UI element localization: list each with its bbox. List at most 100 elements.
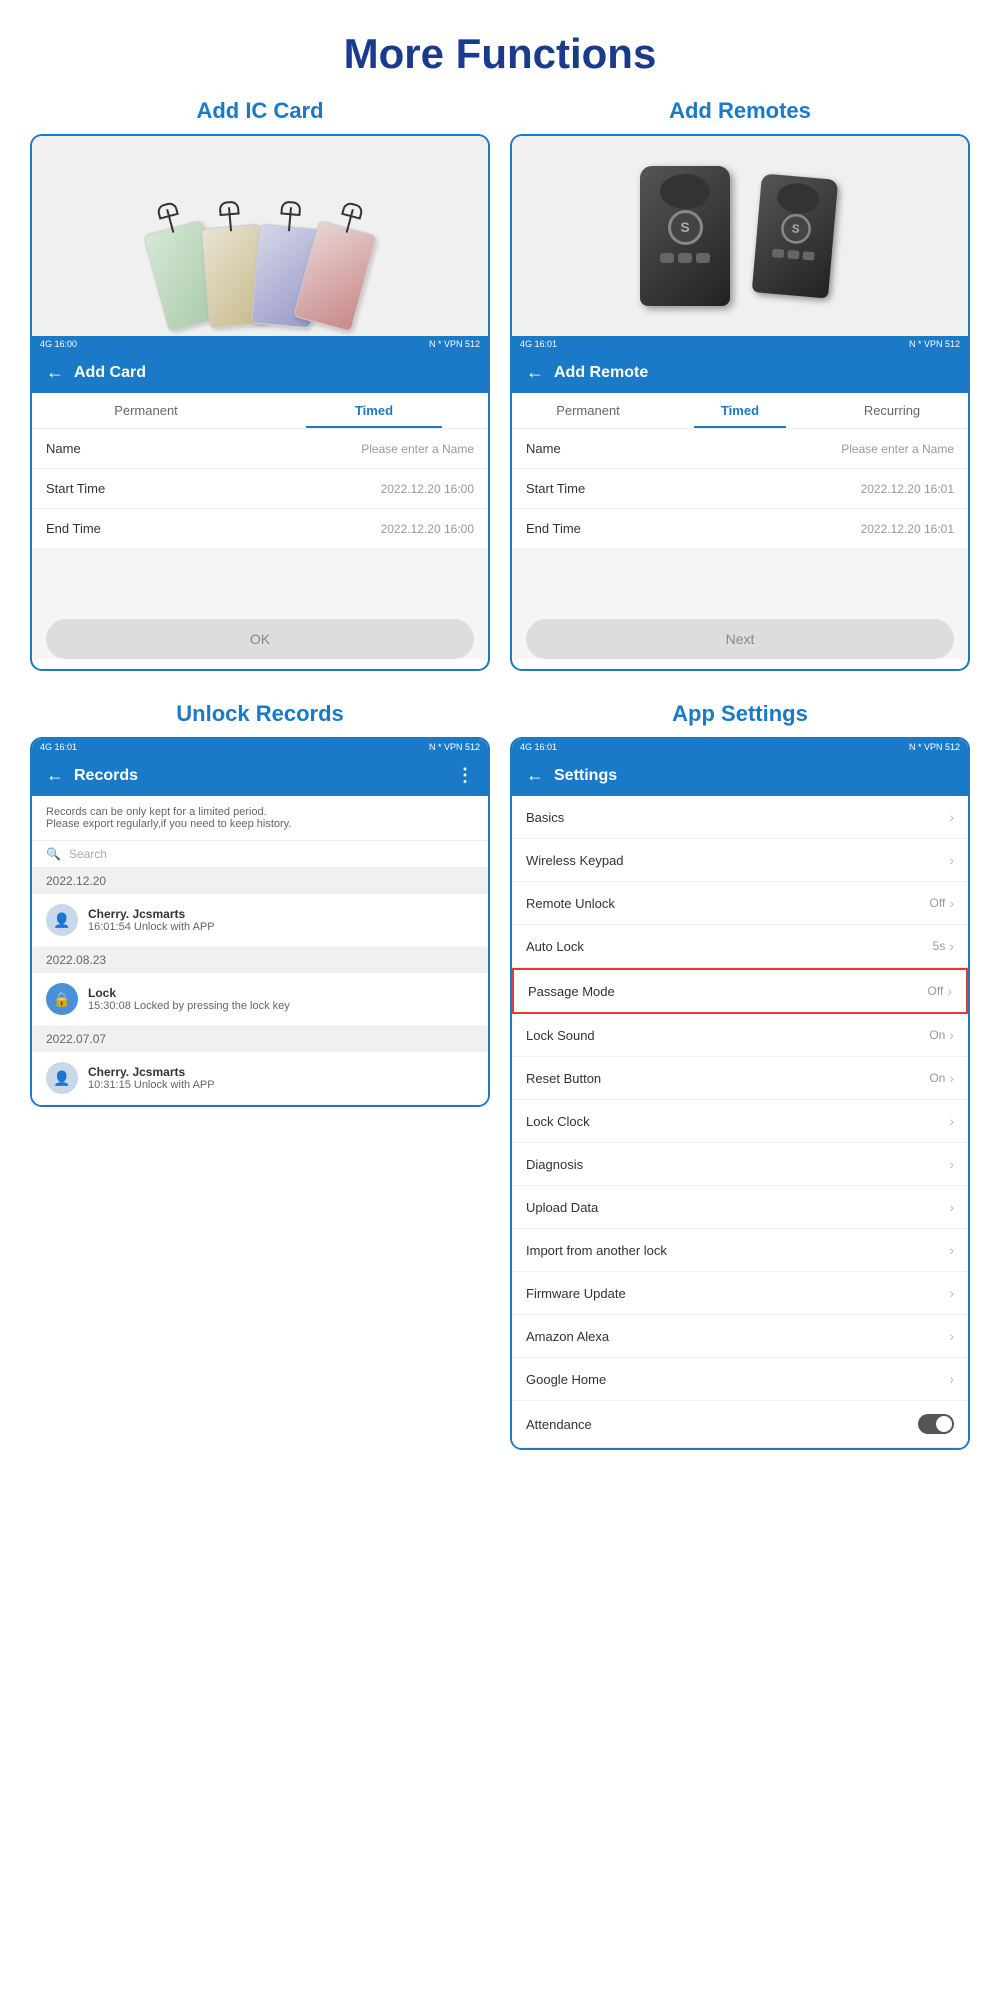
settings-basics[interactable]: Basics ›: [512, 796, 968, 839]
remote-buttons-1: [660, 253, 710, 263]
record-name-3: Cherry. Jcsmarts: [88, 1065, 215, 1079]
next-button-remote[interactable]: Next: [526, 619, 954, 659]
remote-unlock-value: Off: [930, 896, 946, 910]
status-right-remote: N * VPN 512: [909, 339, 960, 349]
form-end-time-remote: End Time 2022.12.20 16:01: [512, 509, 968, 549]
settings-amazon-alexa[interactable]: Amazon Alexa ›: [512, 1315, 968, 1358]
add-remote-screen: 4G 16:01 N * VPN 512 ← Add Remote Perman…: [512, 336, 968, 659]
add-remotes-label: Add Remotes: [669, 98, 811, 124]
remote-btn-1: [660, 253, 674, 263]
lock-sound-value: On: [929, 1028, 945, 1042]
settings-lock-sound-label: Lock Sound: [526, 1028, 595, 1043]
record-name-2: Lock: [88, 986, 290, 1000]
chevron-icon-diagnosis: ›: [949, 1156, 954, 1172]
settings-passage-mode-label: Passage Mode: [528, 984, 615, 999]
settings-import-from-lock[interactable]: Import from another lock ›: [512, 1229, 968, 1272]
settings-wireless-keypad-label: Wireless Keypad: [526, 853, 624, 868]
settings-remote-unlock[interactable]: Remote Unlock Off ›: [512, 882, 968, 925]
settings-passage-mode[interactable]: Passage Mode Off ›: [512, 968, 968, 1014]
settings-upload-data[interactable]: Upload Data ›: [512, 1186, 968, 1229]
start-time-value-ic[interactable]: 2022.12.20 16:00: [381, 482, 474, 496]
date-group-3: 2022.07.07: [32, 1026, 488, 1052]
tab-permanent-ic[interactable]: Permanent: [32, 393, 260, 428]
add-remotes-frame: S S: [510, 134, 970, 671]
ok-button-ic[interactable]: OK: [46, 619, 474, 659]
back-arrow-ic[interactable]: ←: [46, 362, 64, 383]
add-remote-tabs: Permanent Timed Recurring: [512, 393, 968, 429]
back-arrow-records[interactable]: ←: [46, 765, 64, 786]
end-time-value-remote[interactable]: 2022.12.20 16:01: [861, 522, 954, 536]
record-detail-3: 10:31:15 Unlock with APP: [88, 1079, 215, 1091]
remote-btn-5: [787, 249, 800, 259]
page-title: More Functions: [20, 20, 980, 78]
settings-firmware-update[interactable]: Firmware Update ›: [512, 1272, 968, 1315]
search-bar[interactable]: 🔍 Search: [32, 841, 488, 868]
back-arrow-settings[interactable]: ←: [526, 765, 544, 786]
chevron-icon-lock-sound: ›: [949, 1027, 954, 1043]
settings-title: Settings: [554, 767, 617, 785]
records-screen: 4G 16:01 N * VPN 512 ← Records ⋮ Records…: [32, 739, 488, 1105]
start-time-label-ic: Start Time: [46, 481, 105, 496]
settings-amazon-alexa-right: ›: [949, 1328, 954, 1344]
records-title: Records: [74, 767, 138, 785]
settings-attendance[interactable]: Attendance: [512, 1401, 968, 1448]
settings-import-from-lock-right: ›: [949, 1242, 954, 1258]
record-item-1: 👤 Cherry. Jcsmarts 16:01:54 Unlock with …: [32, 894, 488, 947]
end-time-value-ic[interactable]: 2022.12.20 16:00: [381, 522, 474, 536]
date-group-2: 2022.08.23: [32, 947, 488, 973]
settings-reset-button[interactable]: Reset Button On ›: [512, 1057, 968, 1100]
remote-key-1: S: [640, 166, 730, 306]
unlock-records-section: Unlock Records 4G 16:01 N * VPN 512 ← Re…: [30, 701, 490, 1450]
remote-key-2: S: [752, 173, 839, 298]
settings-diagnosis-label: Diagnosis: [526, 1157, 583, 1172]
settings-lock-clock-label: Lock Clock: [526, 1114, 590, 1129]
settings-reset-button-right: On ›: [929, 1070, 954, 1086]
tab-timed-ic[interactable]: Timed: [260, 393, 488, 428]
records-menu-icon[interactable]: ⋮: [456, 765, 474, 786]
settings-diagnosis[interactable]: Diagnosis ›: [512, 1143, 968, 1186]
tab-recurring-remote[interactable]: Recurring: [816, 393, 968, 428]
form-start-time-remote: Start Time 2022.12.20 16:01: [512, 469, 968, 509]
settings-attendance-right: [918, 1414, 954, 1434]
search-placeholder: Search: [69, 847, 107, 861]
name-value-ic[interactable]: Please enter a Name: [361, 442, 474, 456]
start-time-value-remote[interactable]: 2022.12.20 16:01: [861, 482, 954, 496]
status-left-ic: 4G 16:00: [40, 339, 77, 349]
top-section-row: Add IC Card 4G 16:00 N * VPN 512 ←: [20, 98, 980, 671]
form-start-time-ic: Start Time 2022.12.20 16:00: [32, 469, 488, 509]
add-remotes-section: Add Remotes S S: [510, 98, 970, 671]
start-time-label-remote: Start Time: [526, 481, 585, 496]
settings-firmware-update-right: ›: [949, 1285, 954, 1301]
add-remote-header: ← Add Remote: [512, 352, 968, 393]
avatar-lock: 🔒: [46, 983, 78, 1015]
form-name-remote: Name Please enter a Name: [512, 429, 968, 469]
settings-wireless-keypad[interactable]: Wireless Keypad ›: [512, 839, 968, 882]
settings-reset-button-label: Reset Button: [526, 1071, 601, 1086]
back-arrow-remote[interactable]: ←: [526, 362, 544, 383]
record-item-3: 👤 Cherry. Jcsmarts 10:31:15 Unlock with …: [32, 1052, 488, 1105]
settings-google-home[interactable]: Google Home ›: [512, 1358, 968, 1401]
status-right-ic: N * VPN 512: [429, 339, 480, 349]
settings-header: ← Settings: [512, 755, 968, 796]
settings-lock-clock[interactable]: Lock Clock ›: [512, 1100, 968, 1143]
records-header: ← Records ⋮: [32, 755, 488, 796]
form-spacer-remote: [512, 549, 968, 609]
record-item-2: 🔒 Lock 15:30:08 Locked by pressing the l…: [32, 973, 488, 1026]
remote-btn-4: [772, 248, 785, 258]
name-value-remote[interactable]: Please enter a Name: [841, 442, 954, 456]
avatar-cherry-1: 👤: [46, 904, 78, 936]
settings-lock-sound[interactable]: Lock Sound On ›: [512, 1014, 968, 1057]
tab-permanent-remote[interactable]: Permanent: [512, 393, 664, 428]
form-end-time-ic: End Time 2022.12.20 16:00: [32, 509, 488, 549]
record-detail-2: 15:30:08 Locked by pressing the lock key: [88, 1000, 290, 1012]
chevron-icon-reset-button: ›: [949, 1070, 954, 1086]
status-left-records: 4G 16:01: [40, 742, 77, 752]
chevron-icon-auto-lock: ›: [949, 938, 954, 954]
settings-lock-sound-right: On ›: [929, 1027, 954, 1043]
settings-auto-lock[interactable]: Auto Lock 5s ›: [512, 925, 968, 968]
tab-timed-remote[interactable]: Timed: [664, 393, 816, 428]
chevron-icon-firmware-update: ›: [949, 1285, 954, 1301]
attendance-toggle[interactable]: [918, 1414, 954, 1434]
settings-passage-mode-right: Off ›: [928, 983, 952, 999]
auto-lock-value: 5s: [933, 939, 946, 953]
